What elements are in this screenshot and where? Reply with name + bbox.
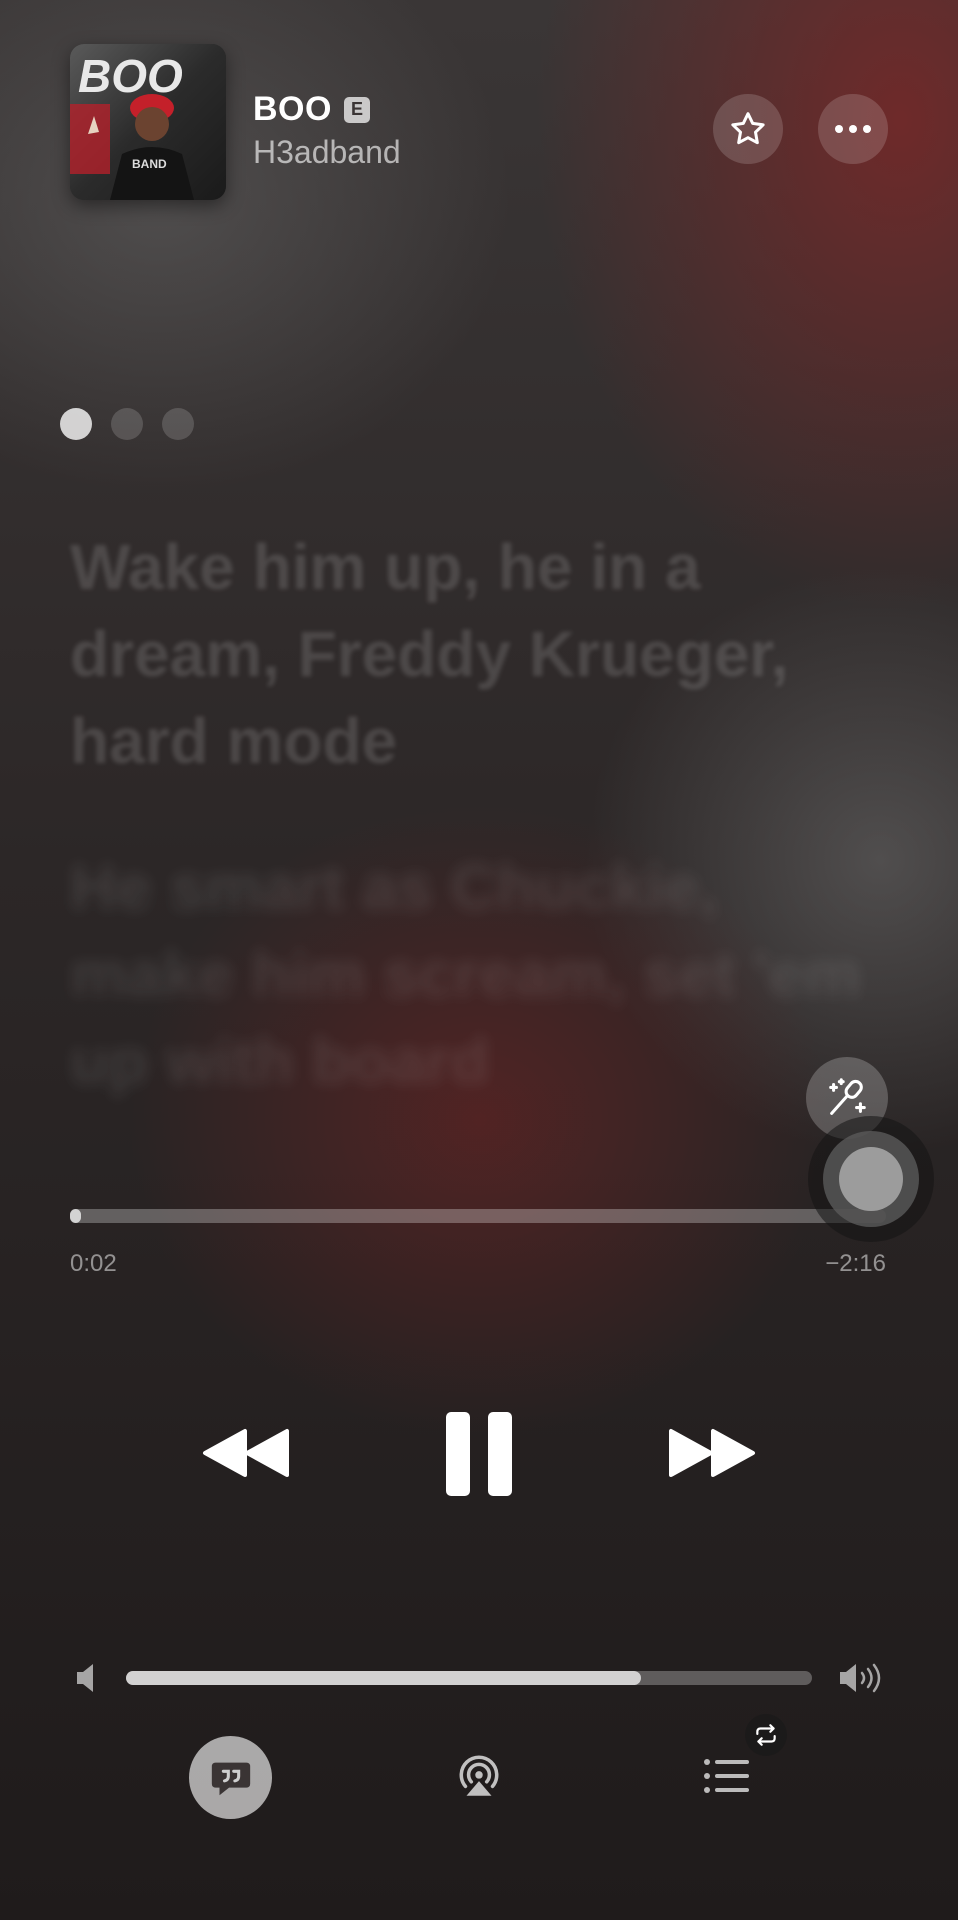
track-title-row: BOO E xyxy=(253,90,370,129)
album-artwork[interactable]: BOO BAND xyxy=(70,44,226,200)
album-artwork-image: BOO BAND xyxy=(70,44,226,200)
volume-max-indicator xyxy=(838,1660,886,1696)
pause-icon xyxy=(446,1412,512,1496)
speaker-low-icon xyxy=(77,1664,93,1692)
star-icon xyxy=(731,112,765,145)
speaker-high-icon xyxy=(840,1663,881,1693)
repeat-icon xyxy=(756,1724,776,1746)
page-dot-3[interactable] xyxy=(162,408,194,440)
page-dot-1[interactable] xyxy=(60,408,92,440)
assistive-touch-core xyxy=(839,1147,903,1211)
volume-level-fill xyxy=(126,1671,641,1685)
page-indicator[interactable] xyxy=(60,408,194,440)
playback-scrubber[interactable] xyxy=(70,1209,886,1223)
repeat-indicator xyxy=(745,1714,787,1756)
ellipsis-icon xyxy=(835,125,871,133)
assistive-touch-button[interactable] xyxy=(808,1116,934,1242)
track-title: BOO xyxy=(253,90,332,128)
airplay-button[interactable] xyxy=(450,1748,508,1806)
microphone-sparkle-icon xyxy=(829,1078,866,1115)
playback-progress-fill xyxy=(70,1209,82,1223)
lyrics-button[interactable] xyxy=(189,1736,272,1819)
favorite-button[interactable] xyxy=(713,94,783,164)
previous-track-button[interactable] xyxy=(196,1418,296,1488)
lyrics-quote-icon xyxy=(211,1762,250,1795)
remaining-time: −2:16 xyxy=(825,1250,886,1277)
assistive-touch-ring xyxy=(823,1131,919,1227)
airplay-icon xyxy=(459,1755,499,1796)
queue-button[interactable] xyxy=(700,1752,754,1800)
lyric-line-current[interactable]: Wake him up, he in a dream, Freddy Krueg… xyxy=(70,524,870,785)
page-dot-2[interactable] xyxy=(111,408,143,440)
artwork-shirt-text: BAND xyxy=(132,157,167,171)
explicit-badge: E xyxy=(343,96,370,123)
fast-forward-icon xyxy=(669,1429,755,1477)
pause-button[interactable] xyxy=(436,1404,522,1504)
rewind-icon xyxy=(203,1429,289,1477)
more-options-button[interactable] xyxy=(818,94,888,164)
next-track-button[interactable] xyxy=(662,1418,762,1488)
queue-list-icon xyxy=(704,1759,749,1793)
volume-min-indicator xyxy=(73,1660,103,1696)
volume-slider[interactable] xyxy=(126,1671,812,1685)
artist-name[interactable]: H3adband xyxy=(253,134,401,171)
lyric-line-next[interactable]: He smart as Chuckie, make him scream, se… xyxy=(70,844,870,1105)
elapsed-time: 0:02 xyxy=(70,1250,117,1277)
artwork-title-text: BOO xyxy=(78,50,183,102)
